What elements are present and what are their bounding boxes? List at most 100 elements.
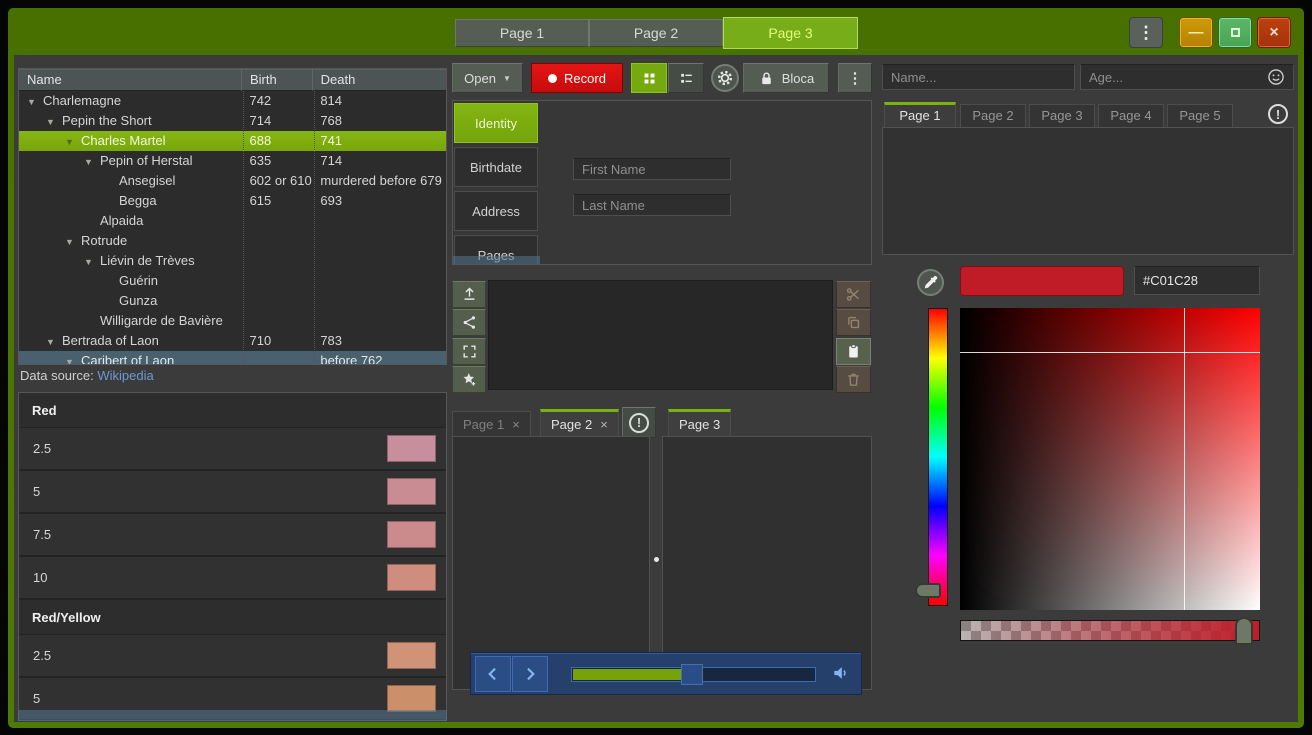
alpha-slider-handle[interactable]	[1235, 617, 1253, 645]
list-item[interactable]: 10	[19, 557, 446, 600]
close-tab-icon[interactable]: ×	[512, 417, 520, 432]
upload-button[interactable]	[452, 281, 486, 308]
warning-icon[interactable]: !	[1268, 104, 1288, 124]
tree-row-inactive-selected[interactable]: ▼Caribert of Laon before 762	[19, 351, 446, 365]
expander-icon[interactable]: ▼	[46, 332, 62, 351]
grid-view-button[interactable]	[631, 63, 667, 93]
titlebar-tab-page1[interactable]: Page 1	[455, 19, 589, 47]
tree-row[interactable]: Begga 615 693	[19, 191, 446, 211]
volume-button[interactable]	[831, 663, 851, 683]
tree-row[interactable]: ▼Bertrada of Laon 710 783	[19, 331, 446, 351]
window-menu-button[interactable]: ⋮	[1129, 17, 1163, 48]
person-name: Willigarde de Bavière	[100, 313, 223, 328]
column-header-death[interactable]: Death	[313, 69, 446, 91]
slider-handle[interactable]	[681, 664, 703, 685]
open-button[interactable]: Open ▼	[452, 63, 523, 93]
share-button[interactable]	[452, 309, 486, 336]
progress-slider[interactable]	[571, 667, 816, 682]
death-value: 741	[313, 131, 446, 151]
birth-value	[243, 351, 314, 365]
paste-button[interactable]	[836, 338, 871, 365]
death-value: 768	[313, 111, 446, 131]
age-input[interactable]	[1080, 64, 1294, 90]
tab-warning-button[interactable]: !	[622, 407, 656, 438]
eyedropper-button[interactable]	[917, 269, 944, 296]
rp-tab-page3[interactable]: Page 3	[1029, 104, 1095, 128]
alpha-slider[interactable]	[960, 620, 1260, 641]
cut-button[interactable]	[836, 281, 871, 308]
tree-row[interactable]: ▼Pepin of Herstal 635 714	[19, 151, 446, 171]
color-swatch	[387, 435, 436, 462]
close-tab-icon[interactable]: ×	[600, 417, 608, 432]
tree-row[interactable]: ▼Pepin the Short 714 768	[19, 111, 446, 131]
person-name: Guérin	[119, 273, 158, 288]
expander-icon[interactable]: ▼	[84, 252, 100, 271]
tree-row[interactable]: Alpaida	[19, 211, 446, 231]
doc-tab-page3[interactable]: Page 3	[668, 409, 731, 437]
doc-tab-page1[interactable]: Page 1 ×	[452, 411, 531, 437]
column-header-name[interactable]: Name	[19, 69, 242, 91]
fullscreen-button[interactable]	[452, 338, 486, 365]
tab-identity[interactable]: Identity	[454, 103, 538, 143]
column-header-birth[interactable]: Birth	[242, 69, 313, 91]
expander-icon[interactable]: ▼	[65, 132, 81, 151]
list-item[interactable]: 5	[19, 471, 446, 514]
tab-address[interactable]: Address	[454, 191, 538, 231]
rp-tab-page1[interactable]: Page 1	[884, 102, 956, 128]
titlebar-tab-page2[interactable]: Page 2	[589, 19, 723, 47]
family-tree-table[interactable]: Name Birth Death ▼Charlemagne 742 814 ▼P…	[18, 68, 447, 365]
list-view-button[interactable]	[668, 63, 704, 93]
star-add-button[interactable]	[452, 366, 486, 393]
delete-button[interactable]	[836, 366, 871, 393]
name-input[interactable]	[882, 64, 1075, 90]
last-name-input[interactable]	[573, 194, 731, 216]
maximize-button[interactable]	[1218, 17, 1252, 48]
settings-button[interactable]	[711, 64, 739, 92]
tree-row[interactable]: Gunza	[19, 291, 446, 311]
list-item[interactable]: 7.5	[19, 514, 446, 557]
tab-birthdate[interactable]: Birthdate	[454, 147, 538, 187]
rp-tab-page5[interactable]: Page 5	[1167, 104, 1233, 128]
minimize-button[interactable]: —	[1179, 17, 1213, 48]
hue-slider[interactable]	[928, 308, 948, 606]
person-name: Ansegisel	[119, 173, 175, 188]
horizontal-scroll-indicator[interactable]	[18, 710, 447, 721]
expander-icon[interactable]: ▼	[84, 152, 100, 171]
saturation-value-square[interactable]	[960, 308, 1260, 610]
record-button[interactable]: Record	[531, 63, 623, 93]
hue-slider-handle[interactable]	[915, 583, 941, 598]
kebab-menu-icon: ⋮	[848, 69, 863, 87]
emoji-button[interactable]	[1266, 67, 1286, 87]
hue-list[interactable]: Red 2.5 5 7.5 10 Red/Yellow 2.5	[18, 392, 447, 721]
person-name: Pepin of Herstal	[100, 153, 193, 168]
birth-value: 714	[242, 111, 313, 131]
expander-icon[interactable]: ▼	[65, 352, 81, 365]
first-name-input[interactable]	[573, 158, 731, 180]
tree-row[interactable]: Guérin	[19, 271, 446, 291]
titlebar-tab-page3[interactable]: Page 3	[723, 17, 858, 49]
color-swatch	[387, 685, 436, 712]
hex-color-input[interactable]	[1134, 266, 1260, 295]
rp-tab-page4[interactable]: Page 4	[1098, 104, 1164, 128]
expander-icon[interactable]: ▼	[27, 92, 43, 111]
wikipedia-link[interactable]: Wikipedia	[97, 368, 153, 383]
tree-row-selected[interactable]: ▼Charles Martel 688 741	[19, 131, 446, 151]
list-item[interactable]: 2.5	[19, 428, 446, 471]
tree-row[interactable]: ▼Liévin de Trèves	[19, 251, 446, 271]
rp-tab-page2[interactable]: Page 2	[960, 104, 1026, 128]
toolbar-menu-button[interactable]: ⋮	[838, 63, 872, 93]
tree-row[interactable]: Willigarde de Bavière	[19, 311, 446, 331]
lock-button[interactable]: Bloca	[743, 63, 829, 93]
expander-icon[interactable]: ▼	[65, 232, 81, 251]
list-item[interactable]: 2.5	[19, 635, 446, 678]
next-button[interactable]	[512, 656, 548, 692]
expander-icon[interactable]: ▼	[46, 112, 62, 131]
splitter-handle[interactable]	[654, 557, 659, 562]
tree-row[interactable]: ▼Rotrude	[19, 231, 446, 251]
prev-button[interactable]	[475, 656, 511, 692]
tree-row[interactable]: Ansegisel 602 or 610 murdered before 679	[19, 171, 446, 191]
close-button[interactable]: ×	[1257, 17, 1291, 48]
doc-tab-page2[interactable]: Page 2 ×	[540, 409, 619, 437]
copy-button[interactable]	[836, 309, 871, 336]
tree-row[interactable]: ▼Charlemagne 742 814	[19, 91, 446, 111]
